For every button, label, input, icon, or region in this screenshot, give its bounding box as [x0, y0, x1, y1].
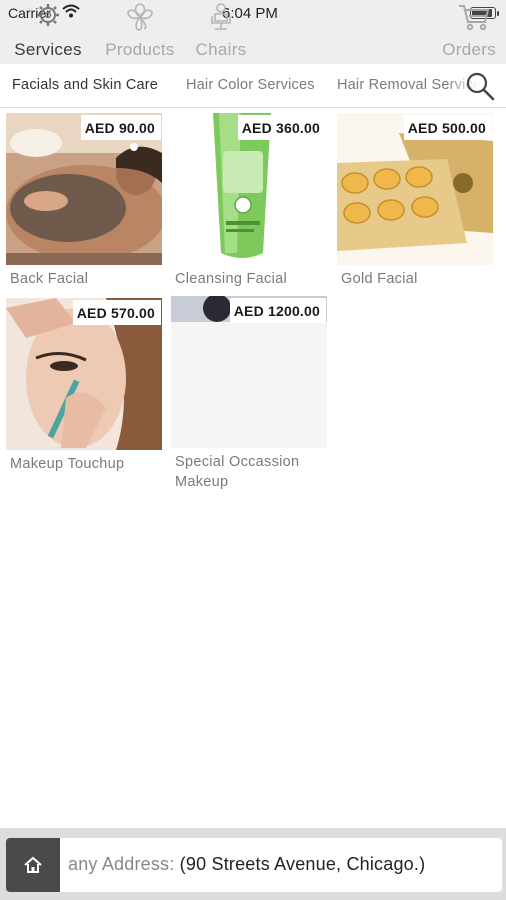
search-icon[interactable] [464, 70, 496, 102]
service-title: Back Facial [10, 271, 89, 287]
address-bar: any Address: (90 Streets Avenue, Chicago… [0, 828, 506, 900]
home-button[interactable] [6, 838, 60, 892]
tab-services[interactable]: Services [8, 0, 88, 64]
price-badge: AED 90.00 [80, 115, 161, 140]
flower-icon [125, 2, 155, 37]
home-icon [24, 856, 42, 873]
service-title: Makeup Touchup [10, 456, 125, 472]
tab-orders[interactable]: Orders [428, 0, 496, 64]
address-prefix: any Address: [68, 854, 180, 874]
tab-orders-label: Orders [442, 40, 496, 59]
gear-icon [34, 2, 62, 35]
address-value: (90 Streets Avenue, Chicago.) [179, 854, 426, 874]
category-hair-color-services[interactable]: Hair Color Services [186, 77, 315, 93]
address-display[interactable]: any Address: (90 Streets Avenue, Chicago… [6, 838, 502, 892]
service-title: Special Occassion Makeup [175, 454, 300, 490]
address-text: any Address: (90 Streets Avenue, Chicago… [68, 854, 425, 875]
category-scroller[interactable]: Facials and Skin Care Hair Color Service… [0, 64, 506, 108]
category-facials-and-skin-care[interactable]: Facials and Skin Care [12, 77, 158, 93]
price-badge: AED 360.00 [237, 115, 326, 140]
price-badge: AED 1200.00 [229, 298, 326, 323]
service-title: Gold Facial [341, 271, 418, 287]
tab-chairs-label: Chairs [195, 40, 247, 59]
price-badge: AED 570.00 [72, 300, 161, 325]
cart-icon [458, 2, 490, 37]
salon-chair-icon [207, 2, 235, 37]
tab-services-label: Services [14, 40, 82, 59]
tab-products[interactable]: Products [98, 0, 182, 64]
price-badge: AED 500.00 [403, 115, 492, 140]
tab-chairs[interactable]: Chairs [190, 0, 252, 64]
service-title: Cleansing Facial [175, 271, 287, 287]
tab-products-label: Products [105, 40, 175, 59]
top-navigation-bar: Carrier 6:04 PM Services Products Chairs… [0, 0, 506, 64]
